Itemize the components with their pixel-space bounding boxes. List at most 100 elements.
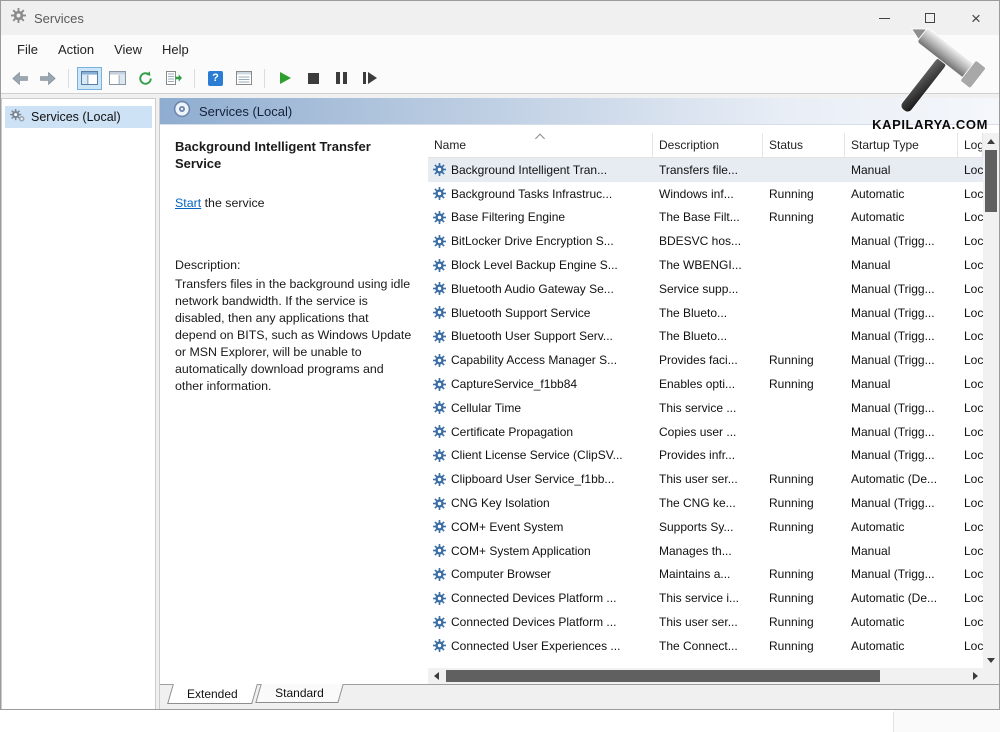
service-row[interactable]: Certificate Propagation Copies user ... …	[428, 420, 983, 444]
service-description: Enables opti...	[653, 377, 763, 391]
service-name: Block Level Backup Engine S...	[451, 258, 618, 272]
service-row[interactable]: COM+ Event System Supports Sy... Running…	[428, 515, 983, 539]
tree-item-services-local[interactable]: Services (Local)	[5, 106, 152, 128]
show-action-pane-button[interactable]	[105, 67, 130, 90]
refresh-button[interactable]	[133, 67, 158, 90]
services-list-view: Name Description Status Startup Type Log	[428, 125, 999, 684]
service-gear-icon	[433, 235, 446, 248]
service-row[interactable]: Client License Service (ClipSV... Provid…	[428, 444, 983, 468]
arrow-right-icon	[40, 72, 56, 85]
restart-service-button[interactable]	[357, 67, 382, 90]
menu-action[interactable]: Action	[48, 38, 104, 61]
service-log-on-as: Loc	[958, 282, 983, 296]
service-status: Running	[763, 567, 845, 581]
scroll-left-icon[interactable]	[428, 668, 444, 684]
service-description: The Blueto...	[653, 306, 763, 320]
show-console-tree-button[interactable]	[77, 67, 102, 90]
menu-view[interactable]: View	[104, 38, 152, 61]
service-name: Client License Service (ClipSV...	[451, 448, 623, 462]
service-row[interactable]: Block Level Backup Engine S... The WBENG…	[428, 253, 983, 277]
back-button[interactable]	[7, 67, 32, 90]
service-status: Running	[763, 591, 845, 605]
service-name: Clipboard User Service_f1bb...	[451, 472, 614, 486]
vertical-scrollbar[interactable]	[983, 133, 999, 668]
properties-button[interactable]	[231, 67, 256, 90]
export-list-button[interactable]	[161, 67, 186, 90]
vertical-scroll-thumb[interactable]	[985, 150, 997, 212]
service-row[interactable]: Capability Access Manager S... Provides …	[428, 348, 983, 372]
service-startup-type: Manual (Trigg...	[845, 353, 958, 367]
pause-service-button[interactable]	[329, 67, 354, 90]
action-pane-icon	[109, 71, 126, 85]
service-row[interactable]: CaptureService_f1bb84 Enables opti... Ru…	[428, 372, 983, 396]
start-service-link[interactable]: Start	[175, 196, 201, 210]
service-row[interactable]: Computer Browser Maintains a... Running …	[428, 563, 983, 587]
scroll-down-icon[interactable]	[983, 652, 999, 668]
service-startup-type: Manual	[845, 377, 958, 391]
close-button[interactable]	[953, 1, 999, 35]
service-startup-type: Manual	[845, 163, 958, 177]
maximize-button[interactable]	[907, 1, 953, 35]
list-header-row: Name Description Status Startup Type Log	[428, 133, 983, 158]
start-service-button[interactable]	[273, 67, 298, 90]
service-row[interactable]: Bluetooth Audio Gateway Se... Service su…	[428, 277, 983, 301]
menu-help[interactable]: Help	[152, 38, 199, 61]
service-description: Supports Sy...	[653, 520, 763, 534]
taskpad-description-pane: Background Intelligent Transfer Service …	[160, 125, 428, 684]
service-description: Copies user ...	[653, 425, 763, 439]
refresh-icon	[138, 71, 153, 86]
service-description: Windows inf...	[653, 187, 763, 201]
tab-extended[interactable]: Extended	[167, 684, 257, 704]
service-startup-type: Automatic (De...	[845, 591, 958, 605]
service-row[interactable]: Cellular Time This service ... Manual (T…	[428, 396, 983, 420]
service-row[interactable]: Bluetooth User Support Serv... The Bluet…	[428, 325, 983, 349]
service-log-on-as: Loc	[958, 591, 983, 605]
service-gear-icon	[433, 592, 446, 605]
banner-gear-icon	[173, 100, 191, 123]
menu-file[interactable]: File	[7, 38, 48, 61]
column-header-description[interactable]: Description	[653, 133, 763, 157]
column-header-startup-type[interactable]: Startup Type	[845, 133, 958, 157]
service-row[interactable]: CNG Key Isolation The CNG ke... Running …	[428, 491, 983, 515]
column-header-name[interactable]: Name	[428, 133, 653, 157]
service-row[interactable]: Connected Devices Platform ... This serv…	[428, 586, 983, 610]
service-log-on-as: Loc	[958, 329, 983, 343]
service-description: Manages th...	[653, 544, 763, 558]
column-header-status[interactable]: Status	[763, 133, 845, 157]
help-button[interactable]	[203, 67, 228, 90]
service-row[interactable]: Bluetooth Support Service The Blueto... …	[428, 301, 983, 325]
service-row[interactable]: Background Tasks Infrastruc... Windows i…	[428, 182, 983, 206]
scroll-up-icon[interactable]	[983, 133, 999, 149]
service-description: BDESVC hos...	[653, 234, 763, 248]
service-gear-icon	[433, 378, 446, 391]
toolbar-separator	[68, 69, 69, 88]
service-row[interactable]: Connected Devices Platform ... This user…	[428, 610, 983, 634]
service-name: BitLocker Drive Encryption S...	[451, 234, 614, 248]
service-name: COM+ Event System	[451, 520, 563, 534]
minimize-button[interactable]	[861, 1, 907, 35]
service-row[interactable]: Clipboard User Service_f1bb... This user…	[428, 467, 983, 491]
service-row[interactable]: BitLocker Drive Encryption S... BDESVC h…	[428, 229, 983, 253]
service-description: This service ...	[653, 401, 763, 415]
horizontal-scrollbar[interactable]	[428, 668, 983, 684]
service-row[interactable]: Base Filtering Engine The Base Filt... R…	[428, 206, 983, 230]
service-row[interactable]: Connected User Experiences ... The Conne…	[428, 634, 983, 658]
start-link-suffix: the service	[201, 196, 264, 210]
service-gear-icon	[433, 259, 446, 272]
service-log-on-as: Loc	[958, 258, 983, 272]
service-row[interactable]: COM+ System Application Manages th... Ma…	[428, 539, 983, 563]
scroll-right-icon[interactable]	[967, 668, 983, 684]
column-header-log-on-as[interactable]: Log	[958, 133, 983, 157]
service-startup-type: Manual (Trigg...	[845, 496, 958, 510]
service-description: The Connect...	[653, 639, 763, 653]
stop-service-button[interactable]	[301, 67, 326, 90]
service-startup-type: Automatic	[845, 520, 958, 534]
horizontal-scroll-thumb[interactable]	[446, 670, 880, 682]
forward-button[interactable]	[35, 67, 60, 90]
service-name: Background Intelligent Tran...	[451, 163, 607, 177]
service-gear-icon	[433, 425, 446, 438]
service-startup-type: Automatic	[845, 639, 958, 653]
tab-standard[interactable]: Standard	[255, 684, 343, 703]
service-row[interactable]: Background Intelligent Tran... Transfers…	[428, 158, 983, 182]
service-gear-icon	[433, 568, 446, 581]
